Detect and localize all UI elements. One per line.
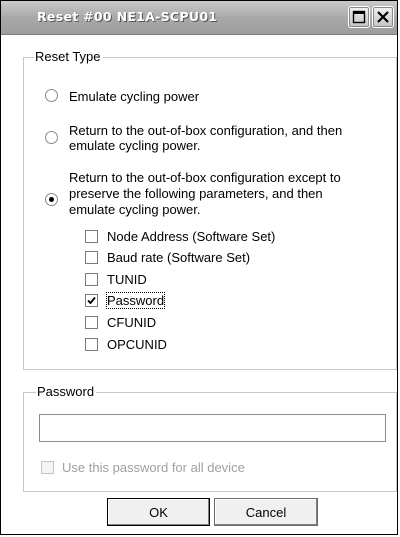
- ok-button[interactable]: OK: [107, 498, 210, 526]
- checkbox-node-address-label: Node Address (Software Set): [107, 229, 276, 244]
- cancel-button[interactable]: Cancel: [214, 498, 318, 526]
- checkbox-use-for-all-devices-label: Use this password for all device: [62, 460, 245, 475]
- option-out-of-box-line-1: Return to the out-of-box configuration, …: [69, 123, 343, 138]
- checkbox-password[interactable]: [85, 294, 98, 307]
- option-emulate-cycling-power-label: Emulate cycling power: [69, 89, 200, 104]
- checkbox-opcunid[interactable]: [85, 338, 98, 351]
- title-bar[interactable]: Reset #00 NE1A-SCPU01: [1, 1, 397, 35]
- close-icon: [377, 11, 389, 23]
- maximize-button[interactable]: [348, 6, 370, 28]
- checkbox-use-for-all-devices: [41, 461, 54, 474]
- checkbox-baud-rate-label: Baud rate (Software Set): [107, 250, 251, 265]
- checkbox-baud-rate[interactable]: [85, 251, 98, 264]
- password-legend: Password: [36, 384, 97, 400]
- checkbox-password-label: Password: [105, 292, 166, 309]
- option-out-of-box-line-2: emulate cycling power.: [69, 138, 201, 153]
- checkmark-icon: [87, 296, 96, 305]
- radio-out-of-box-configuration[interactable]: [45, 131, 58, 144]
- password-input[interactable]: [39, 414, 386, 442]
- checkbox-opcunid-label: OPCUNID: [107, 337, 167, 352]
- close-button[interactable]: [372, 6, 394, 28]
- password-group: Password: [23, 384, 397, 492]
- checkbox-node-address[interactable]: [85, 230, 98, 243]
- option-preserve-line-2: preserve the following parameters, and t…: [69, 186, 323, 201]
- checkbox-cfunid-label: CFUNID: [107, 315, 157, 330]
- option-preserve-line-3: emulate cycling power.: [69, 202, 201, 217]
- window-title: Reset #00 NE1A-SCPU01: [37, 9, 218, 24]
- reset-dialog: Reset #00 NE1A-SCPU01 Reset Type Emulate…: [0, 0, 398, 535]
- checkbox-tunid[interactable]: [85, 273, 98, 286]
- checkbox-cfunid[interactable]: [85, 316, 98, 329]
- radio-emulate-cycling-power[interactable]: [45, 89, 58, 102]
- maximize-icon: [352, 10, 366, 24]
- radio-out-of-box-preserve-parameters[interactable]: [45, 193, 58, 206]
- option-preserve-line-1: Return to the out-of-box configuration e…: [69, 170, 341, 185]
- reset-type-legend: Reset Type: [34, 49, 103, 65]
- checkbox-tunid-label: TUNID: [107, 272, 147, 287]
